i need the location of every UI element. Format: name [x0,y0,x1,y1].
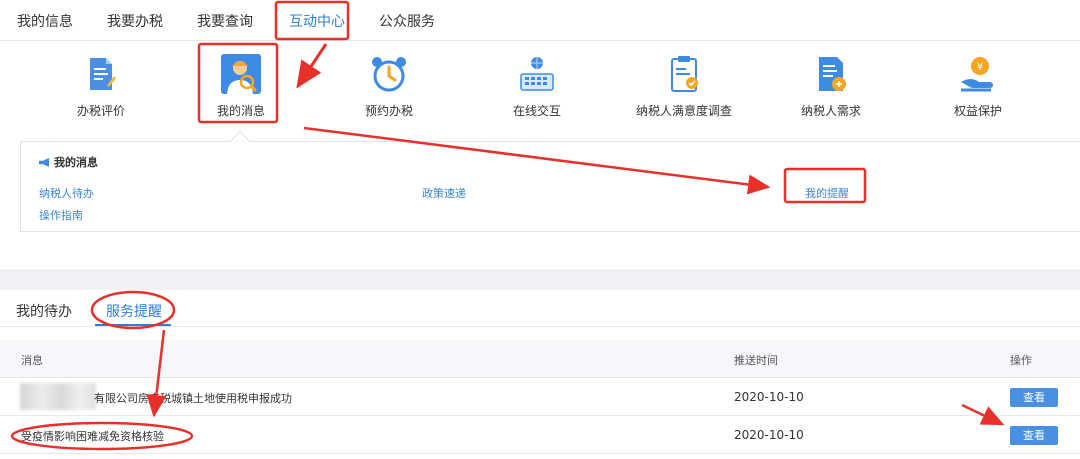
link-policy-express[interactable]: 政策速递 [422,185,466,201]
column-header-message: 消息 [21,354,43,367]
redacted-company-name [20,383,96,410]
icon-item-my-messages[interactable]: 我的消息 [181,54,301,119]
row-message: 受疫情影响困难减免资格核验 [21,430,164,443]
tab-interaction-center[interactable]: 互动中心 [289,11,345,31]
column-header-push-time: 推送时间 [734,354,778,367]
icon-item-appointment[interactable]: 预约办税 [329,54,449,119]
icon-item-satisfaction-survey[interactable]: 纳税人满意度调查 [624,54,744,119]
section-separator [0,270,1080,290]
my-messages-panel: 我的消息 纳税人待办 政策速递 我的提醒 操作指南 [20,131,1080,232]
icon-label: 我的消息 [216,104,265,118]
top-navigation: 我的信息 我要办税 我要查询 互动中心 公众服务 [0,0,1080,41]
table-row: 受疫情影响困难减免资格核验 2020-10-10 查看 [0,416,1080,454]
megaphone-icon [39,158,49,167]
row-push-time: 2020-10-10 [734,428,804,442]
function-icon-row: 办税评价 我的消息 预约办税 在线交互 纳税人满意度调查 纳税人需求 ¥ 权益保… [0,42,1080,132]
table-header: 消息 推送时间 操作 [0,340,1080,378]
my-messages-icon [221,54,261,94]
icon-label: 纳税人需求 [800,104,861,118]
sub-tabs: 我的待办 服务提醒 [0,291,1080,327]
view-button[interactable]: 查看 [1010,426,1058,445]
row-push-time: 2020-10-10 [734,390,804,404]
rights-protection-icon: ¥ [961,57,993,92]
icon-label: 在线交互 [512,104,561,118]
panel-title: 我的消息 [39,154,98,170]
icon-item-rights-protection[interactable]: ¥ 权益保护 [918,54,1038,119]
link-taxpayer-todo[interactable]: 纳税人待办 [39,185,94,201]
link-operation-guide[interactable]: 操作指南 [39,207,83,223]
tax-evaluation-icon [90,58,116,90]
icon-item-taxpayer-requirement[interactable]: 纳税人需求 [771,54,891,119]
icon-label: 纳税人满意度调查 [635,104,732,118]
table-row: 有限公司房产税城镇土地使用税申报成功 2020-10-10 查看 [0,378,1080,416]
online-interaction-icon [520,57,554,91]
column-header-action: 操作 [1010,354,1032,367]
tab-my-info[interactable]: 我的信息 [17,11,73,31]
row-message: 有限公司房产税城镇土地使用税申报成功 [94,392,292,405]
tab-service-reminder[interactable]: 服务提醒 [106,301,162,321]
icon-item-online-interaction[interactable]: 在线交互 [477,54,597,119]
svg-text:¥: ¥ [977,62,983,73]
tab-public-service[interactable]: 公众服务 [379,11,435,31]
panel-pointer [230,131,250,151]
tab-my-todo[interactable]: 我的待办 [16,301,72,321]
tab-tax-handling[interactable]: 我要办税 [107,11,163,31]
icon-label: 办税评价 [76,104,125,118]
active-tab-underline [95,324,171,326]
icon-label: 权益保护 [953,104,1002,118]
survey-clipboard-icon [671,56,698,92]
requirement-document-icon [819,57,846,91]
icon-item-tax-evaluation[interactable]: 办税评价 [41,54,161,119]
view-button[interactable]: 查看 [1010,388,1058,407]
icon-label: 预约办税 [364,104,413,118]
link-my-reminders[interactable]: 我的提醒 [805,185,849,201]
alarm-clock-icon [372,57,406,92]
tab-query[interactable]: 我要查询 [197,11,253,31]
